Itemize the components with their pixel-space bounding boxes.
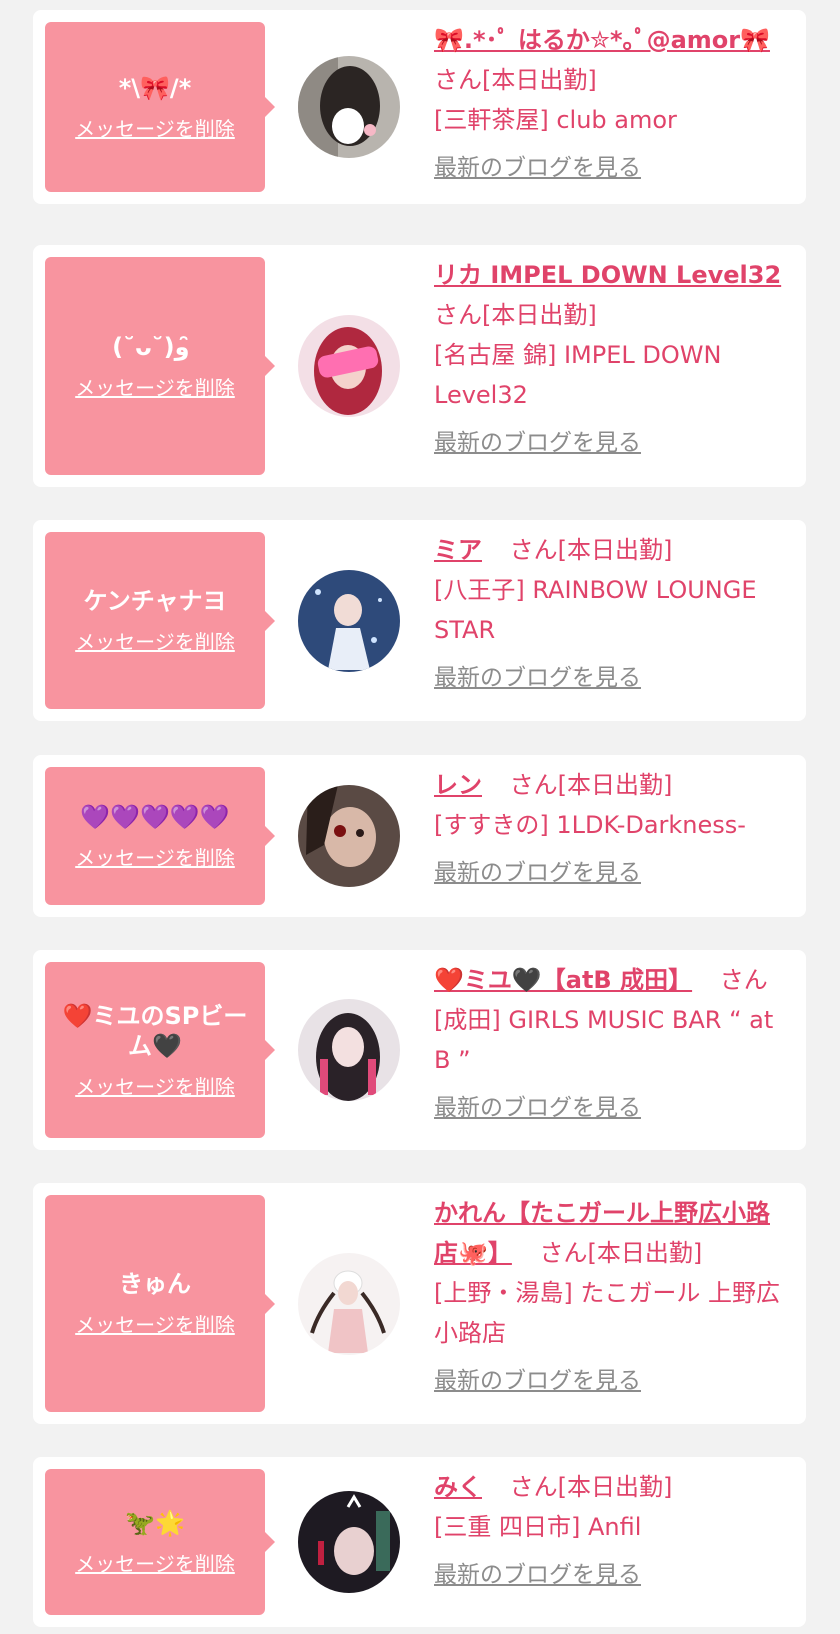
cast-info: リカ IMPEL DOWN Level32 さん[本日出勤] [名古屋 錦] I…	[434, 255, 792, 463]
cast-info: ❤️ミユ🖤【atB 成田】 さん [成田] GIRLS MUSIC BAR “ …	[434, 960, 792, 1128]
message-bubble: 🦖🌟 メッセージを削除	[45, 1469, 275, 1615]
latest-blog-link[interactable]: 最新のブログを見る	[434, 658, 641, 698]
message-text: ❤️ミユのSPビーム🖤	[62, 1001, 248, 1060]
cast-info: 🎀.*･ﾟ はるか✮*｡ﾟ@amor🎀 さん[本日出勤] [三軒茶屋] club…	[434, 20, 792, 188]
cast-name-link[interactable]: ミア	[434, 536, 482, 564]
status-text: さん[本日出勤]	[509, 536, 673, 564]
cast-info: かれん【たこガール上野広小路店🐙】 さん[本日出勤] [上野・湯島] たこガール…	[434, 1193, 792, 1401]
latest-blog-link[interactable]: 最新のブログを見る	[434, 1555, 641, 1595]
message-card: きゅん メッセージを削除 かれん【たこガール上野広小路店🐙】 さん[本日出勤] …	[33, 1183, 806, 1424]
status-text: さん	[719, 966, 768, 994]
message-text: 💜💜💜💜💜	[80, 802, 230, 831]
delete-message-link[interactable]: メッセージを削除	[75, 1071, 235, 1100]
latest-blog-link[interactable]: 最新のブログを見る	[434, 853, 641, 893]
status-text: さん[本日出勤]	[509, 771, 673, 799]
message-card: 🦖🌟 メッセージを削除 みく さん[本日出勤] [三重 四日市] Anfil 最…	[33, 1457, 806, 1627]
delete-message-link[interactable]: メッセージを削除	[75, 626, 235, 655]
message-text: (˘ᴗ˘)و ̑̑	[112, 332, 198, 361]
shop-text: [すすきの] 1LDK-Darkness-	[434, 811, 746, 839]
cast-info: レン さん[本日出勤] [すすきの] 1LDK-Darkness- 最新のブログ…	[434, 765, 792, 893]
latest-blog-link[interactable]: 最新のブログを見る	[434, 148, 641, 188]
delete-message-link[interactable]: メッセージを削除	[75, 113, 235, 142]
message-card: *\🎀/* メッセージを削除 🎀.*･ﾟ はるか✮*｡ﾟ@amor🎀 さん[本日…	[33, 10, 806, 204]
cast-name-link[interactable]: リカ IMPEL DOWN Level32	[434, 261, 781, 289]
message-bubble: *\🎀/* メッセージを削除	[45, 22, 275, 192]
message-card: 💜💜💜💜💜 メッセージを削除 レン さん[本日出勤] [すすきの] 1LDK-D…	[33, 755, 806, 917]
shop-text: [成田] GIRLS MUSIC BAR “ at B ”	[434, 1006, 774, 1074]
avatar[interactable]	[298, 785, 400, 887]
shop-text: [上野・湯島] たこガール 上野広小路店	[434, 1279, 780, 1347]
message-card: (˘ᴗ˘)و ̑̑ メッセージを削除 リカ IMPEL DOWN Level32…	[33, 245, 806, 487]
status-text: さん[本日出勤]	[434, 66, 597, 94]
cast-info: みく さん[本日出勤] [三重 四日市] Anfil 最新のブログを見る	[434, 1467, 792, 1595]
message-bubble: 💜💜💜💜💜 メッセージを削除	[45, 767, 275, 905]
message-card: ケンチャナヨ メッセージを削除 ミア さん[本日出勤] [八王子] RAINBO…	[33, 520, 806, 721]
status-text: さん[本日出勤]	[509, 1473, 673, 1501]
message-text: 🦖🌟	[125, 1508, 185, 1537]
cast-name-link[interactable]: 🎀.*･ﾟ はるか✮*｡ﾟ@amor🎀	[434, 26, 770, 54]
avatar[interactable]	[298, 315, 400, 417]
shop-text: [三軒茶屋] club amor	[434, 106, 677, 134]
cast-name-link[interactable]: ❤️ミユ🖤【atB 成田】	[434, 966, 692, 994]
cast-name-link[interactable]: みく	[434, 1473, 482, 1501]
avatar[interactable]	[298, 569, 400, 672]
cast-info: ミア さん[本日出勤] [八王子] RAINBOW LOUNGE STAR 最新…	[434, 530, 792, 698]
status-text: さん[本日出勤]	[434, 301, 597, 329]
avatar[interactable]	[298, 999, 400, 1101]
latest-blog-link[interactable]: 最新のブログを見る	[434, 1361, 641, 1401]
delete-message-link[interactable]: メッセージを削除	[75, 372, 235, 401]
avatar[interactable]	[298, 1491, 400, 1593]
shop-text: [八王子] RAINBOW LOUNGE STAR	[434, 576, 757, 644]
message-bubble: きゅん メッセージを削除	[45, 1195, 275, 1412]
message-bubble: (˘ᴗ˘)و ̑̑ メッセージを削除	[45, 257, 275, 475]
message-bubble: ❤️ミユのSPビーム🖤 メッセージを削除	[45, 962, 275, 1138]
message-list: *\🎀/* メッセージを削除 🎀.*･ﾟ はるか✮*｡ﾟ@amor🎀 さん[本日…	[0, 0, 840, 1634]
message-bubble: ケンチャナヨ メッセージを削除	[45, 532, 275, 709]
shop-text: [三重 四日市] Anfil	[434, 1513, 642, 1541]
delete-message-link[interactable]: メッセージを削除	[75, 842, 235, 871]
avatar[interactable]	[298, 1252, 400, 1355]
delete-message-link[interactable]: メッセージを削除	[75, 1548, 235, 1577]
message-text: きゅん	[119, 1270, 191, 1298]
message-text: *\🎀/*	[118, 73, 192, 102]
shop-text: [名古屋 錦] IMPEL DOWN Level32	[434, 341, 722, 409]
avatar[interactable]	[298, 56, 400, 158]
latest-blog-link[interactable]: 最新のブログを見る	[434, 1088, 641, 1128]
latest-blog-link[interactable]: 最新のブログを見る	[434, 423, 641, 463]
message-text: ケンチャナヨ	[83, 587, 227, 615]
cast-name-link[interactable]: レン	[434, 771, 482, 799]
message-card: ❤️ミユのSPビーム🖤 メッセージを削除 ❤️ミユ🖤【atB 成田】 さん [成…	[33, 950, 806, 1150]
delete-message-link[interactable]: メッセージを削除	[75, 1309, 235, 1338]
status-text: さん[本日出勤]	[539, 1239, 703, 1267]
